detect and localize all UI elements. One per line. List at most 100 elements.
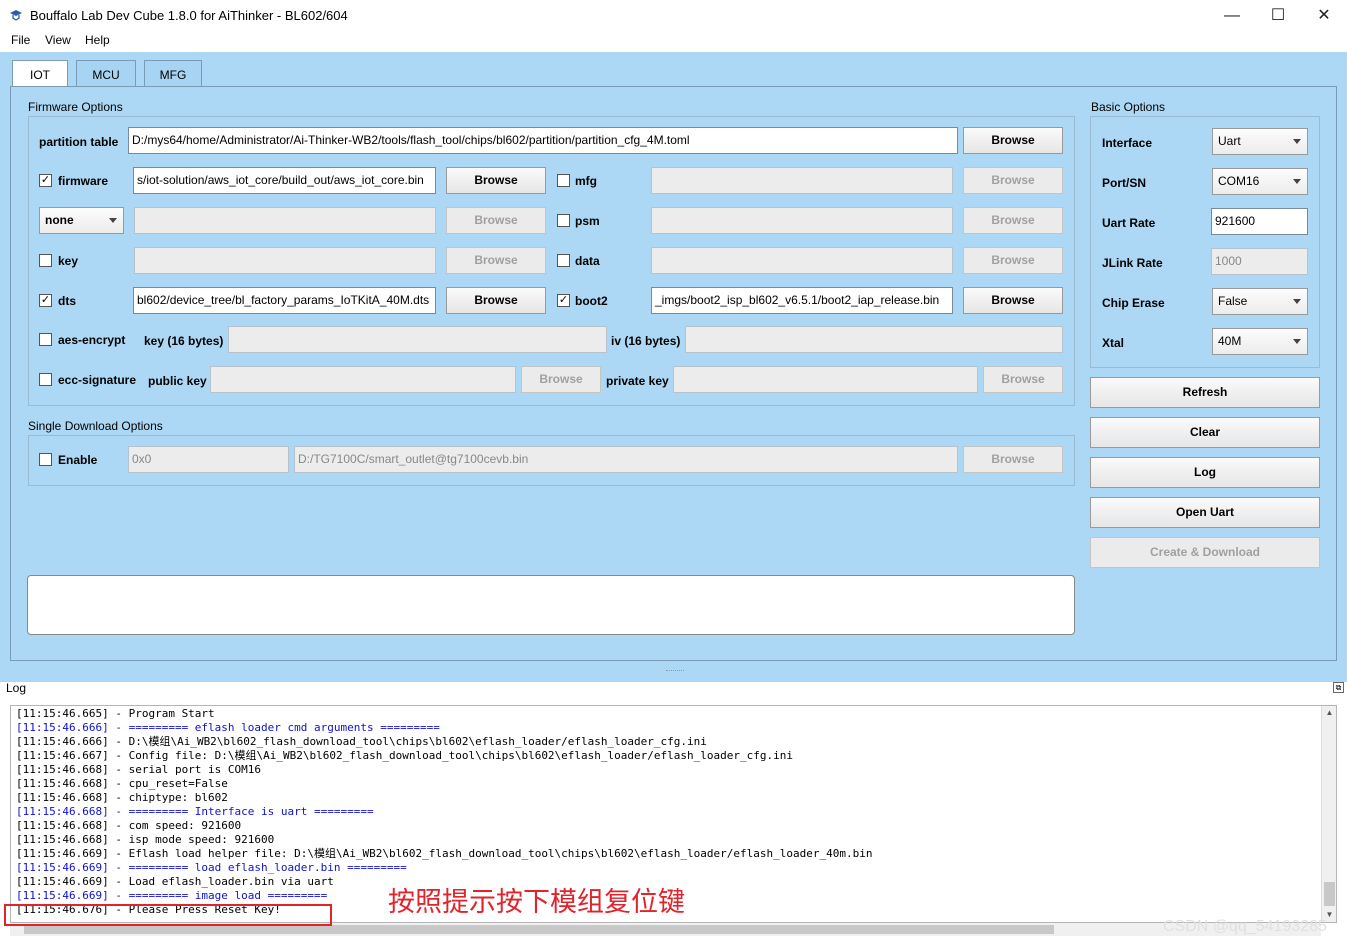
aes-iv-field[interactable] [685,326,1063,353]
log-line: [11:15:46.665] - Program Start [16,707,215,720]
ecc-signature-checkbox[interactable] [39,373,52,386]
psm-field[interactable] [651,207,953,234]
single-download-title: Single Download Options [28,419,163,433]
xtal-value: 40M [1218,334,1242,348]
title-bar: Bouffalo Lab Dev Cube 1.8.0 for AiThinke… [0,0,1347,31]
jlink-rate-field[interactable]: 1000 [1211,248,1308,275]
none-select[interactable]: none [39,207,124,234]
private-key-browse-button[interactable]: Browse [983,366,1063,393]
scroll-thumb[interactable] [1324,882,1335,906]
annotation-text: 按照提示按下模组复位键 [388,887,685,917]
none-browse-button[interactable]: Browse [446,207,546,234]
highlight-box [4,904,332,926]
key-field[interactable] [134,247,436,274]
aes-encrypt-checkbox[interactable] [39,333,52,346]
enable-checkbox[interactable] [39,453,52,466]
dts-browse-button[interactable]: Browse [446,287,546,314]
enable-label: Enable [58,453,98,467]
h-scroll-thumb[interactable] [24,925,1054,934]
chip-erase-value: False [1218,294,1248,308]
key-checkbox[interactable] [39,254,52,267]
uart-rate-field[interactable]: 921600 [1211,208,1308,235]
splitter-handle[interactable] [666,670,684,673]
aes-key-field[interactable] [228,326,607,353]
detach-icon[interactable]: ⧉ [1333,682,1344,693]
chevron-down-icon [109,218,117,223]
jlink-rate-label: JLink Rate [1102,256,1163,270]
window-title: Bouffalo Lab Dev Cube 1.8.0 for AiThinke… [30,8,348,23]
mfg-field[interactable] [651,167,953,194]
psm-checkbox[interactable] [557,214,570,227]
xtal-select[interactable]: 40M [1212,328,1308,355]
chip-erase-label: Chip Erase [1102,296,1165,310]
single-path-field[interactable]: D:/TG7100C/smart_outlet@tg7100cevb.bin [294,446,958,473]
clear-button[interactable]: Clear [1090,417,1320,448]
dts-label: dts [58,294,76,308]
psm-browse-button[interactable]: Browse [963,207,1063,234]
log-line: [11:15:46.667] - Config file: D:\模组\Ai_W… [16,749,793,762]
maximize-button[interactable]: ☐ [1255,0,1301,31]
chevron-down-icon [1293,339,1301,344]
status-text-box[interactable] [27,575,1075,635]
chevron-down-icon [1293,139,1301,144]
chip-erase-select[interactable]: False [1212,288,1308,315]
scroll-up-icon[interactable]: ▲ [1322,706,1337,720]
log-line: [11:15:46.669] - ========= image load ==… [16,889,328,902]
data-checkbox[interactable] [557,254,570,267]
boot2-field[interactable]: _imgs/boot2_isp_bl602_v6.5.1/boot2_iap_r… [651,287,953,314]
public-key-label: public key [148,374,207,388]
tab-mfg[interactable]: MFG [144,60,202,88]
log-title: Log [6,681,27,695]
address-field[interactable]: 0x0 [128,446,289,473]
log-line: [11:15:46.668] - isp mode speed: 921600 [16,833,275,846]
public-key-field[interactable] [210,366,516,393]
minimize-button[interactable]: — [1209,0,1255,31]
log-line: [11:15:46.669] - Load eflash_loader.bin … [16,875,334,888]
port-select[interactable]: COM16 [1212,168,1308,195]
xtal-label: Xtal [1102,336,1125,350]
key16-label: key (16 bytes) [144,334,224,348]
firmware-field[interactable]: s/iot-solution/aws_iot_core/build_out/aw… [133,167,436,194]
create-download-button[interactable]: Create & Download [1090,537,1320,568]
data-browse-button[interactable]: Browse [963,247,1063,274]
private-key-label: private key [606,374,669,388]
menu-help[interactable]: Help [85,33,110,47]
log-button[interactable]: Log [1090,457,1320,488]
boot2-browse-button[interactable]: Browse [963,287,1063,314]
data-label: data [575,254,600,268]
port-label: Port/SN [1102,176,1147,190]
partition-browse-button[interactable]: Browse [963,127,1063,154]
mfg-browse-button[interactable]: Browse [963,167,1063,194]
mfg-checkbox[interactable] [557,174,570,187]
chevron-down-icon [1293,299,1301,304]
tab-iot[interactable]: IOT [12,60,68,88]
dts-checkbox[interactable]: ✓ [39,294,52,307]
log-line: [11:15:46.668] - chiptype: bl602 [16,791,228,804]
uart-rate-label: Uart Rate [1102,216,1156,230]
interface-select[interactable]: Uart [1212,128,1308,155]
log-vertical-scrollbar[interactable]: ▲ ▼ [1321,706,1336,922]
dts-field[interactable]: bl602/device_tree/bl_factory_params_IoTK… [133,287,436,314]
refresh-button[interactable]: Refresh [1090,377,1320,408]
watermark: CSDN @qq_54193285 [1163,918,1327,935]
firmware-browse-button[interactable]: Browse [446,167,546,194]
log-line: [11:15:46.668] - com speed: 921600 [16,819,242,832]
log-line: [11:15:46.669] - ========= load eflash_l… [16,861,407,874]
mfg-label: mfg [575,174,597,188]
private-key-field[interactable] [673,366,978,393]
single-browse-button[interactable]: Browse [963,446,1063,473]
key-browse-button[interactable]: Browse [446,247,546,274]
log-line: [11:15:46.666] - ========= eflash loader… [16,721,440,734]
data-field[interactable] [651,247,953,274]
tab-mcu[interactable]: MCU [76,60,136,88]
partition-table-field[interactable]: D:/mys64/home/Administrator/Ai-Thinker-W… [128,127,958,154]
close-button[interactable]: ✕ [1301,0,1347,31]
menu-view[interactable]: View [45,33,71,47]
public-key-browse-button[interactable]: Browse [521,366,601,393]
boot2-checkbox[interactable]: ✓ [557,294,570,307]
none-field[interactable] [134,207,436,234]
open-uart-button[interactable]: Open Uart [1090,497,1320,528]
menu-bar: File View Help [0,31,1347,52]
menu-file[interactable]: File [11,33,30,47]
firmware-checkbox[interactable]: ✓ [39,174,52,187]
